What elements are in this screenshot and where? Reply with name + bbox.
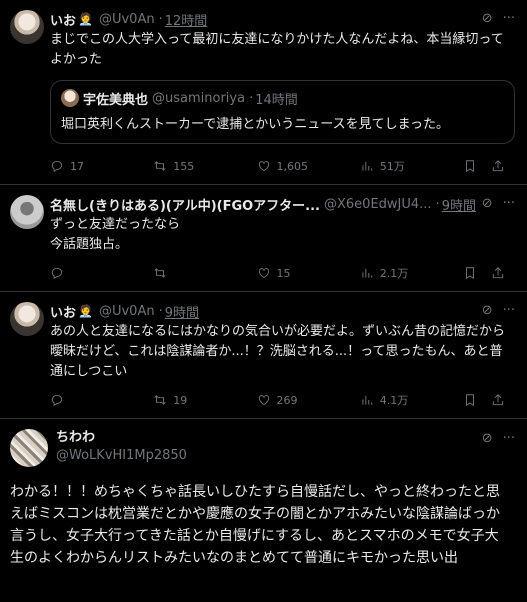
views-icon	[362, 161, 372, 171]
like-icon	[258, 161, 269, 172]
quote-time: 14時間	[255, 92, 298, 108]
name-emoji: 🧑‍💼	[78, 304, 93, 318]
views-icon	[362, 395, 372, 405]
share-icon[interactable]	[491, 266, 505, 280]
bookmark-icon[interactable]	[463, 266, 477, 280]
timestamp[interactable]: 12時間	[165, 10, 208, 29]
separator-dot: ·	[158, 11, 163, 27]
tweet-text: ずっと友達だったなら 今話題独占。	[50, 217, 181, 252]
retweet-button[interactable]	[153, 266, 209, 280]
retweet-icon	[154, 268, 166, 278]
bookmark-icon[interactable]	[463, 159, 477, 173]
handle[interactable]: @Uv0An	[99, 12, 155, 27]
timestamp[interactable]: 9時間	[165, 302, 199, 321]
tweet-header: いお 🧑‍💼 @Uv0An · 9時間	[50, 302, 200, 321]
action-bar: 17 155 1,605 51万	[50, 148, 515, 184]
display-name[interactable]: ちわわ	[56, 429, 187, 447]
like-icon	[258, 268, 269, 279]
timestamp[interactable]: 9時間	[442, 195, 476, 214]
quote-name: 宇佐美典也	[83, 92, 149, 108]
avatar[interactable]	[10, 429, 48, 467]
tweet-1[interactable]: いお 🧑‍💼 @Uv0An · 12時間 ⊘ ··· まじでこの人大学入って最初…	[0, 0, 527, 185]
reply-button[interactable]	[50, 266, 106, 280]
handle[interactable]: @X6e0EdwJU4...	[324, 197, 432, 212]
tweet-header: 名無し(きりはある)(アル中)(FGOアフター... @X6e0EdwJU4..…	[50, 195, 476, 214]
reply-icon	[51, 267, 63, 280]
share-icon[interactable]	[491, 393, 505, 407]
tweet-text: あの人と友達になるにはかなりの気合いが必要だよ。ずいぶん昔の記憶だから曖昧だけど…	[50, 324, 506, 379]
avatar[interactable]	[10, 195, 44, 229]
action-bar: 19 269 4.1万	[50, 382, 515, 418]
grok-icon[interactable]: ⊘	[482, 11, 493, 26]
handle[interactable]: @Uv0An	[99, 304, 155, 319]
more-icon[interactable]: ···	[503, 196, 515, 211]
share-icon[interactable]	[491, 159, 505, 173]
reply-button[interactable]	[50, 393, 106, 407]
name-emoji: 🧑‍💼	[78, 12, 93, 26]
tweet-2[interactable]: 名無し(きりはある)(アル中)(FGOアフター... @X6e0EdwJU4..…	[0, 185, 527, 292]
quote-handle: @usaminoriya	[152, 90, 246, 106]
retweet-button[interactable]: 19	[153, 393, 209, 407]
quoted-tweet[interactable]: 宇佐美典也 @usaminoriya · 14時間 堀口英利くんストーカーで逮捕…	[50, 80, 515, 144]
like-button[interactable]: 15	[257, 266, 313, 280]
more-icon[interactable]: ···	[503, 303, 515, 318]
reply-button[interactable]: 17	[50, 159, 106, 173]
reply-icon	[51, 160, 63, 173]
avatar[interactable]	[10, 302, 44, 336]
focused-tweet[interactable]: ちわわ @WoLKvHI1Mp2850 ⊘ ··· わかる！！！めちゃくちゃ話長…	[0, 419, 527, 569]
reply-icon	[51, 394, 63, 407]
retweet-icon	[154, 161, 166, 171]
retweet-button[interactable]: 155	[153, 159, 209, 173]
header-icons: ⊘ ···	[482, 11, 515, 26]
views-button[interactable]: 4.1万	[360, 392, 416, 408]
more-icon[interactable]: ···	[503, 431, 515, 446]
views-button[interactable]: 2.1万	[360, 265, 416, 281]
like-button[interactable]: 269	[257, 393, 313, 407]
display-name[interactable]: 名無し(きりはある)(アル中)(FGOアフター...	[50, 195, 320, 214]
quote-avatar	[61, 89, 79, 107]
views-button[interactable]: 51万	[360, 158, 416, 174]
grok-icon[interactable]: ⊘	[482, 196, 493, 211]
tweet-text: わかる！！！めちゃくちゃ話長いしひたすら自慢話だし、やっと終わったと思えばミスコ…	[10, 484, 500, 566]
display-name[interactable]: いお	[50, 302, 76, 321]
quote-text: 堀口英利くんストーカーで逮捕とかいうニュースを見てしまった。	[61, 117, 450, 132]
avatar[interactable]	[10, 10, 44, 44]
tweet-3[interactable]: いお 🧑‍💼 @Uv0An · 9時間 ⊘ ··· あの人と友達になるにはかなり…	[0, 292, 527, 419]
tweet-header: いお 🧑‍💼 @Uv0An · 12時間	[50, 10, 515, 29]
grok-icon[interactable]: ⊘	[482, 303, 493, 318]
tweet-text: まじでこの人大学入って最初に友達になりかけた人なんだよね、本当縁切ってよかった	[50, 32, 504, 67]
like-button[interactable]: 1,605	[257, 159, 313, 173]
retweet-icon	[154, 395, 166, 405]
like-icon	[258, 395, 269, 406]
views-icon	[362, 268, 372, 278]
action-bar: 15 2.1万	[50, 255, 515, 291]
display-name[interactable]: いお	[50, 10, 76, 29]
bookmark-icon[interactable]	[463, 393, 477, 407]
handle[interactable]: @WoLKvHI1Mp2850	[56, 447, 187, 465]
more-icon[interactable]: ···	[503, 11, 515, 26]
grok-icon[interactable]: ⊘	[482, 431, 493, 446]
